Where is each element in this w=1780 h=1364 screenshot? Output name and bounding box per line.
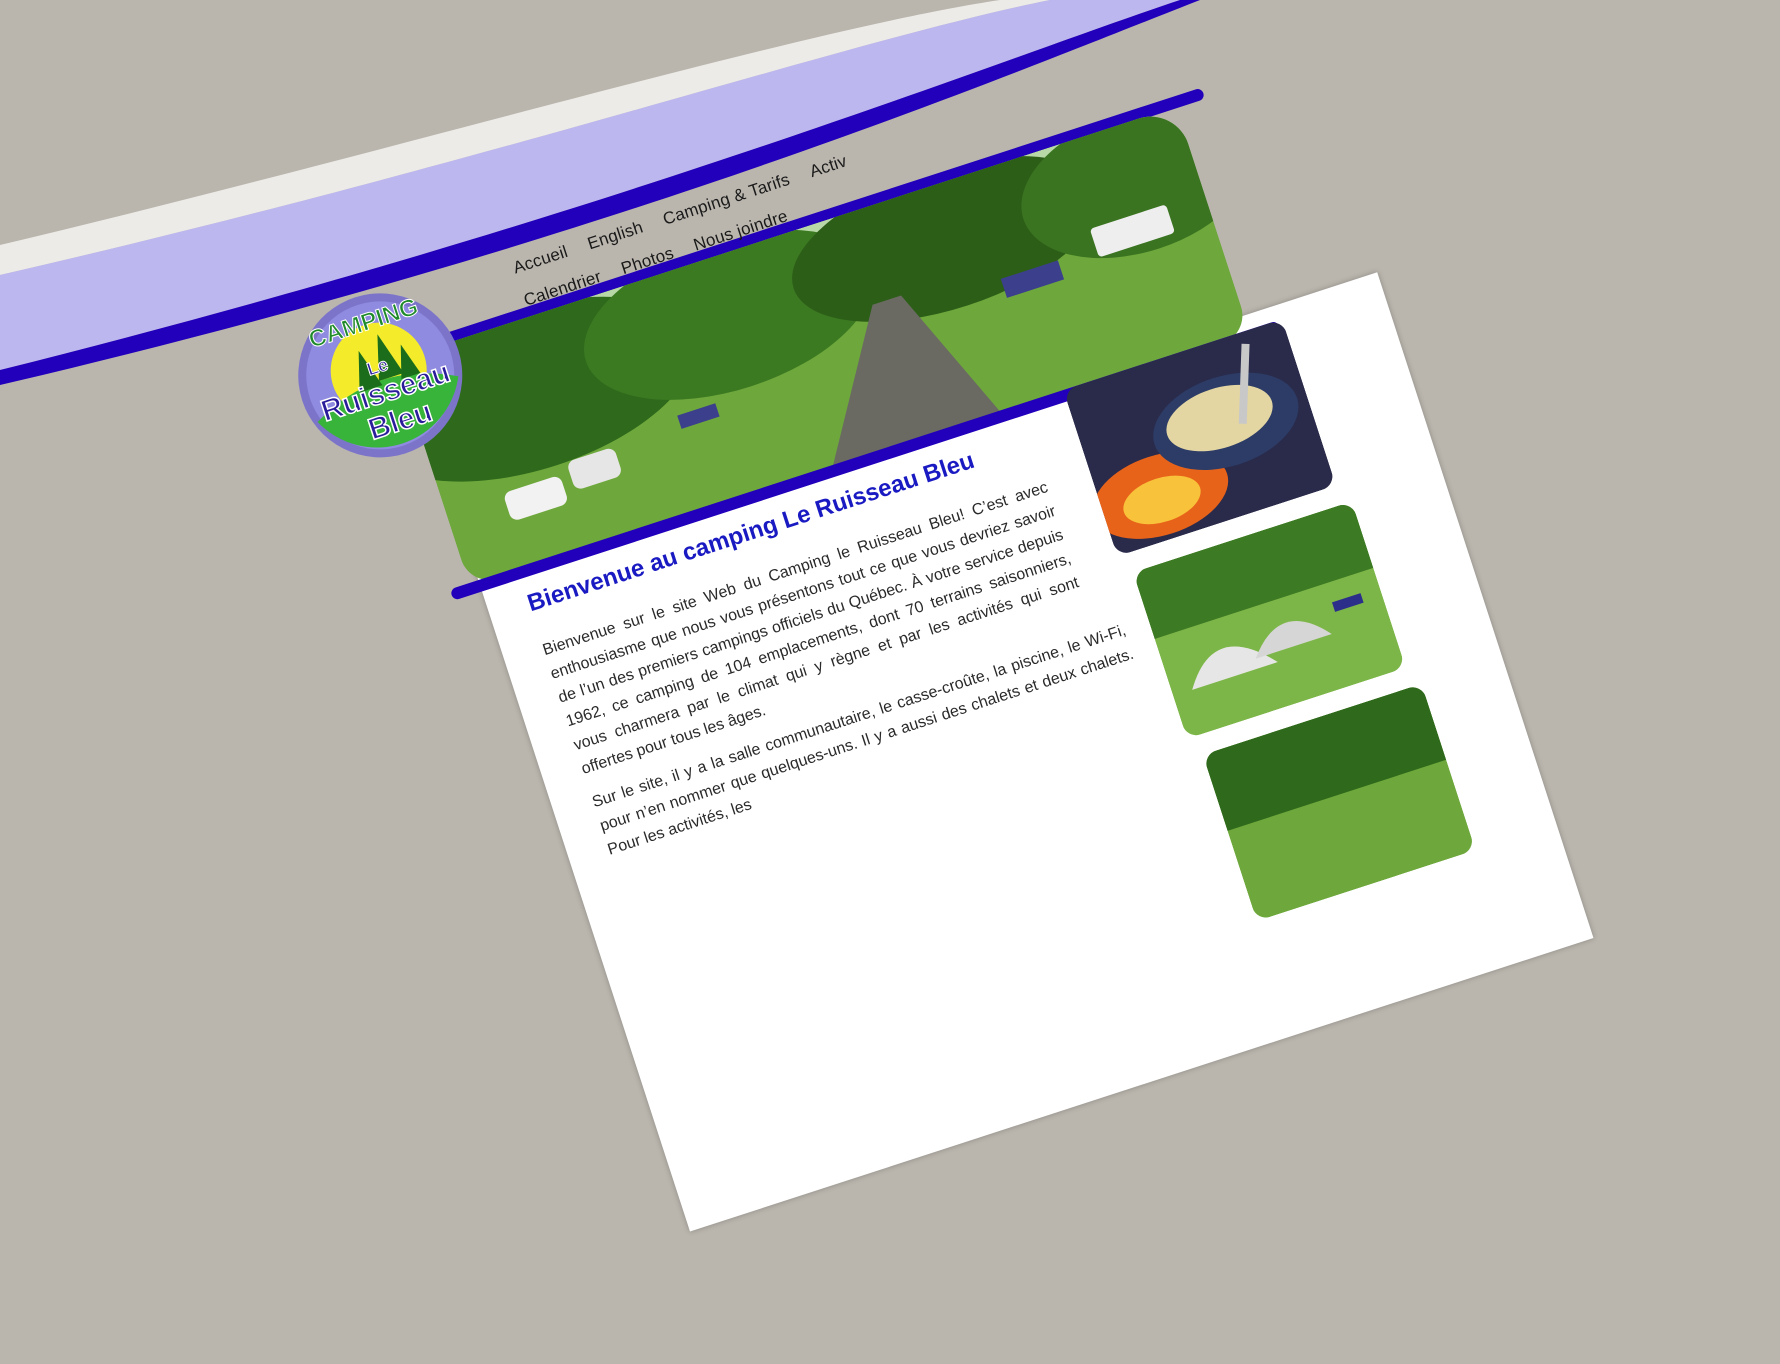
nav-link-activites[interactable]: Activ [807,151,849,182]
nav-link-calendrier[interactable]: Calendrier [521,267,604,311]
nav-link-photos[interactable]: Photos [619,243,677,279]
nav-link-accueil[interactable]: Accueil [511,242,571,278]
nav-link-english[interactable]: English [585,218,646,255]
